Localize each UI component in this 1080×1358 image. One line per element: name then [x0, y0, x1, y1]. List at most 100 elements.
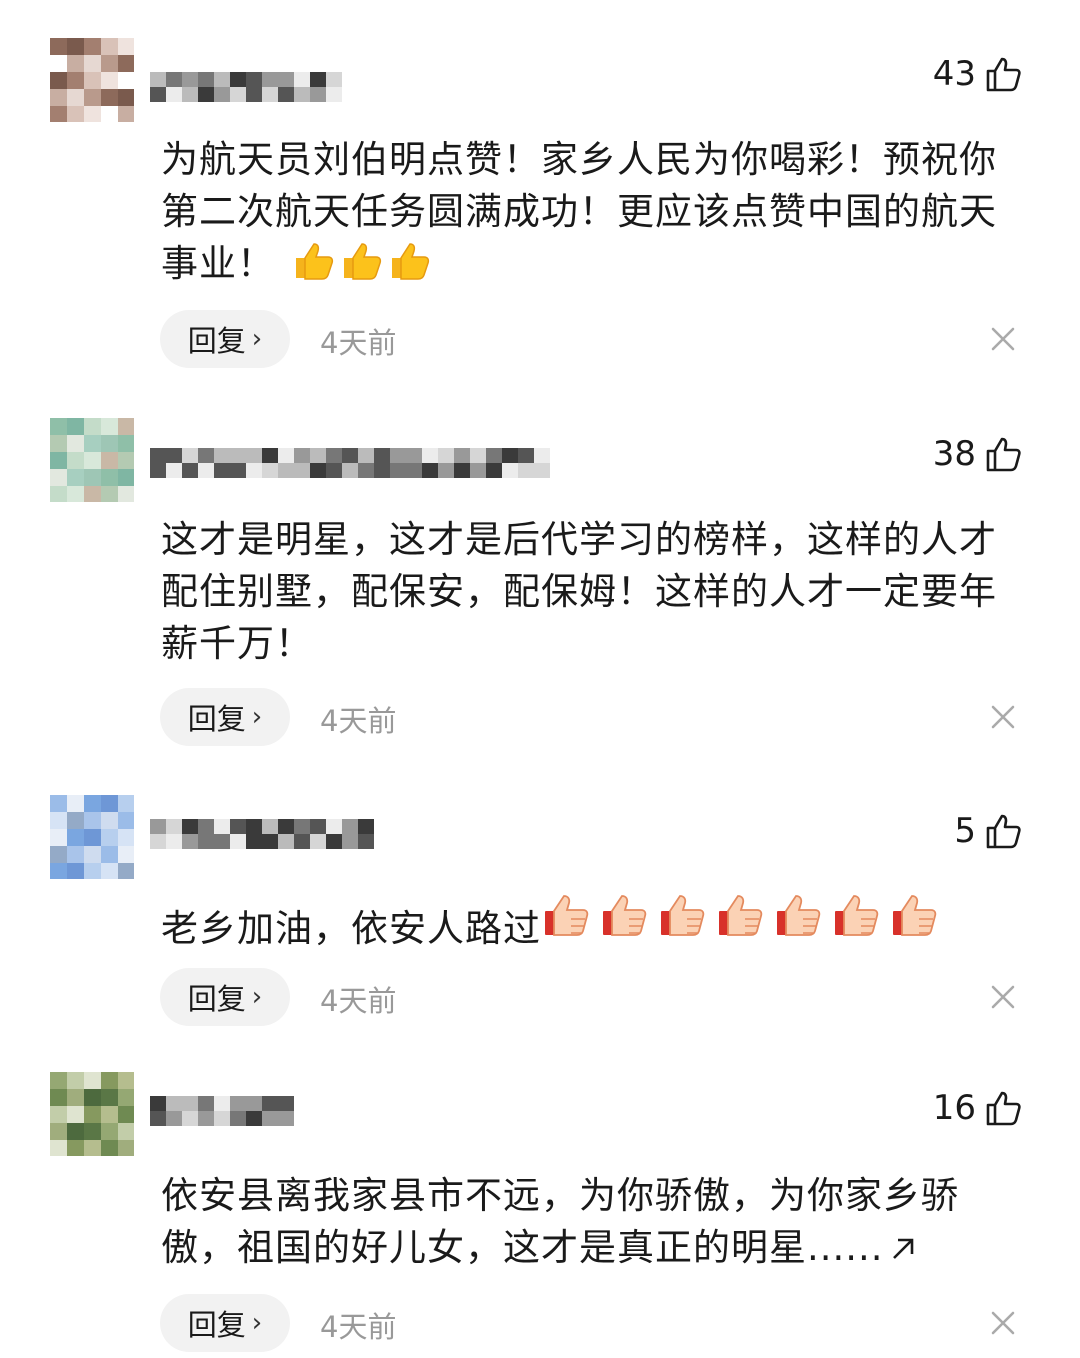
avatar[interactable] — [50, 795, 134, 879]
username-pixel — [310, 834, 326, 849]
username-pixelated[interactable] — [150, 58, 350, 102]
avatar-pixel — [101, 795, 118, 812]
username-pixel — [214, 834, 230, 849]
thumbs-up-icon[interactable] — [984, 434, 1024, 474]
thumbs-up-emoji — [343, 243, 381, 280]
username-pixel — [358, 463, 374, 478]
avatar-pixel — [84, 55, 101, 72]
like-control[interactable]: 5 — [954, 811, 1024, 851]
close-icon[interactable] — [986, 322, 1020, 356]
avatar-pixel — [84, 1106, 101, 1123]
expand-arrow-icon[interactable] — [888, 1234, 918, 1264]
avatar-pixel — [84, 863, 101, 879]
username-pixel — [246, 448, 262, 463]
reply-button[interactable]: 回复 › — [160, 968, 290, 1026]
avatar-pixel — [118, 1089, 134, 1106]
chevron-right-icon: › — [251, 324, 263, 354]
username-pixel — [150, 448, 166, 463]
avatar-pixel — [101, 106, 118, 122]
username-pixel — [150, 819, 166, 834]
avatar-pixel — [50, 812, 67, 829]
username-pixel — [246, 1111, 262, 1126]
username-pixel — [438, 463, 454, 478]
username-pixel — [166, 87, 182, 102]
thumbs-up-icon[interactable] — [984, 54, 1024, 94]
username-pixel — [310, 819, 326, 834]
avatar-pixel — [50, 38, 67, 55]
username-pixel — [198, 463, 214, 478]
thumbs-up-icon[interactable] — [984, 811, 1024, 851]
comment-text-content: 依安县离我家县市不远，为你骄傲，为你家乡骄傲，祖国的好儿女，这才是真正的明星..… — [161, 1174, 959, 1269]
avatar-pixel — [101, 846, 118, 863]
reply-button[interactable]: 回复 › — [160, 688, 290, 746]
username-pixel — [326, 72, 342, 87]
like-count: 5 — [954, 811, 976, 851]
avatar-pixel — [84, 1140, 101, 1156]
avatar-pixel — [118, 1106, 134, 1123]
username-pixelated[interactable] — [150, 805, 375, 849]
avatar-pixel — [118, 1072, 134, 1089]
avatar[interactable] — [50, 38, 134, 122]
username-pixel — [262, 1111, 278, 1126]
username-pixel — [166, 1096, 182, 1111]
thumbs-up-stickers — [541, 895, 947, 950]
avatar-pixel — [84, 486, 101, 502]
like-control[interactable]: 16 — [933, 1088, 1024, 1128]
like-control[interactable]: 43 — [933, 54, 1024, 94]
username-pixel — [470, 448, 486, 463]
avatar-pixel — [67, 1089, 84, 1106]
like-control[interactable]: 38 — [933, 434, 1024, 474]
reply-button[interactable]: 回复 › — [160, 310, 290, 368]
comment-text-content: 为航天员刘伯明点赞！家乡人民为你喝彩！预祝你第二次航天任务圆满成功！更应该点赞中… — [161, 138, 997, 285]
reply-button[interactable]: 回复 › — [160, 1294, 290, 1352]
thumbs-up-icon[interactable] — [984, 1088, 1024, 1128]
username-pixel — [358, 819, 374, 834]
username-pixel — [342, 834, 358, 849]
username-pixel — [182, 1096, 198, 1111]
username-pixel — [246, 463, 262, 478]
username-pixel — [198, 819, 214, 834]
thumbs-up-emoji — [295, 243, 333, 280]
username-pixel — [310, 72, 326, 87]
avatar-pixel — [118, 38, 134, 55]
username-pixel — [182, 1111, 198, 1126]
username-pixel — [166, 448, 182, 463]
username-pixel — [390, 448, 406, 463]
avatar-pixel — [84, 846, 101, 863]
username-pixel — [534, 463, 550, 478]
avatar[interactable] — [50, 1072, 134, 1156]
avatar-pixel — [101, 1106, 118, 1123]
username-pixel — [518, 448, 534, 463]
username-pixel — [454, 463, 470, 478]
avatar-pixel — [67, 795, 84, 812]
username-pixel — [166, 1111, 182, 1126]
username-pixel — [518, 463, 534, 478]
avatar-pixel — [84, 795, 101, 812]
username-pixel — [150, 834, 166, 849]
username-pixel — [326, 819, 342, 834]
avatar-pixel — [118, 418, 134, 435]
avatar-pixel — [118, 72, 134, 89]
reply-label: 回复 — [187, 324, 246, 358]
avatar-pixel — [84, 89, 101, 106]
avatar-pixel — [50, 452, 67, 469]
close-icon[interactable] — [986, 700, 1020, 734]
username-pixelated[interactable] — [150, 1082, 300, 1126]
close-icon[interactable] — [986, 980, 1020, 1014]
timestamp: 4天前 — [320, 984, 397, 1018]
thumbs-up-sticker — [835, 895, 879, 936]
username-pixel — [294, 72, 310, 87]
avatar-pixel — [50, 89, 67, 106]
thumbs-up-emoji — [391, 243, 429, 280]
close-icon[interactable] — [986, 1306, 1020, 1340]
avatar[interactable] — [50, 418, 134, 502]
username-pixel — [150, 1111, 166, 1126]
thumbs-up-emoji — [290, 238, 434, 296]
username-pixel — [406, 463, 422, 478]
avatar-pixel — [84, 829, 101, 846]
username-pixel — [294, 87, 310, 102]
avatar-pixel — [84, 435, 101, 452]
username-pixel — [214, 87, 230, 102]
username-pixel — [230, 819, 246, 834]
username-pixelated[interactable] — [150, 434, 555, 478]
